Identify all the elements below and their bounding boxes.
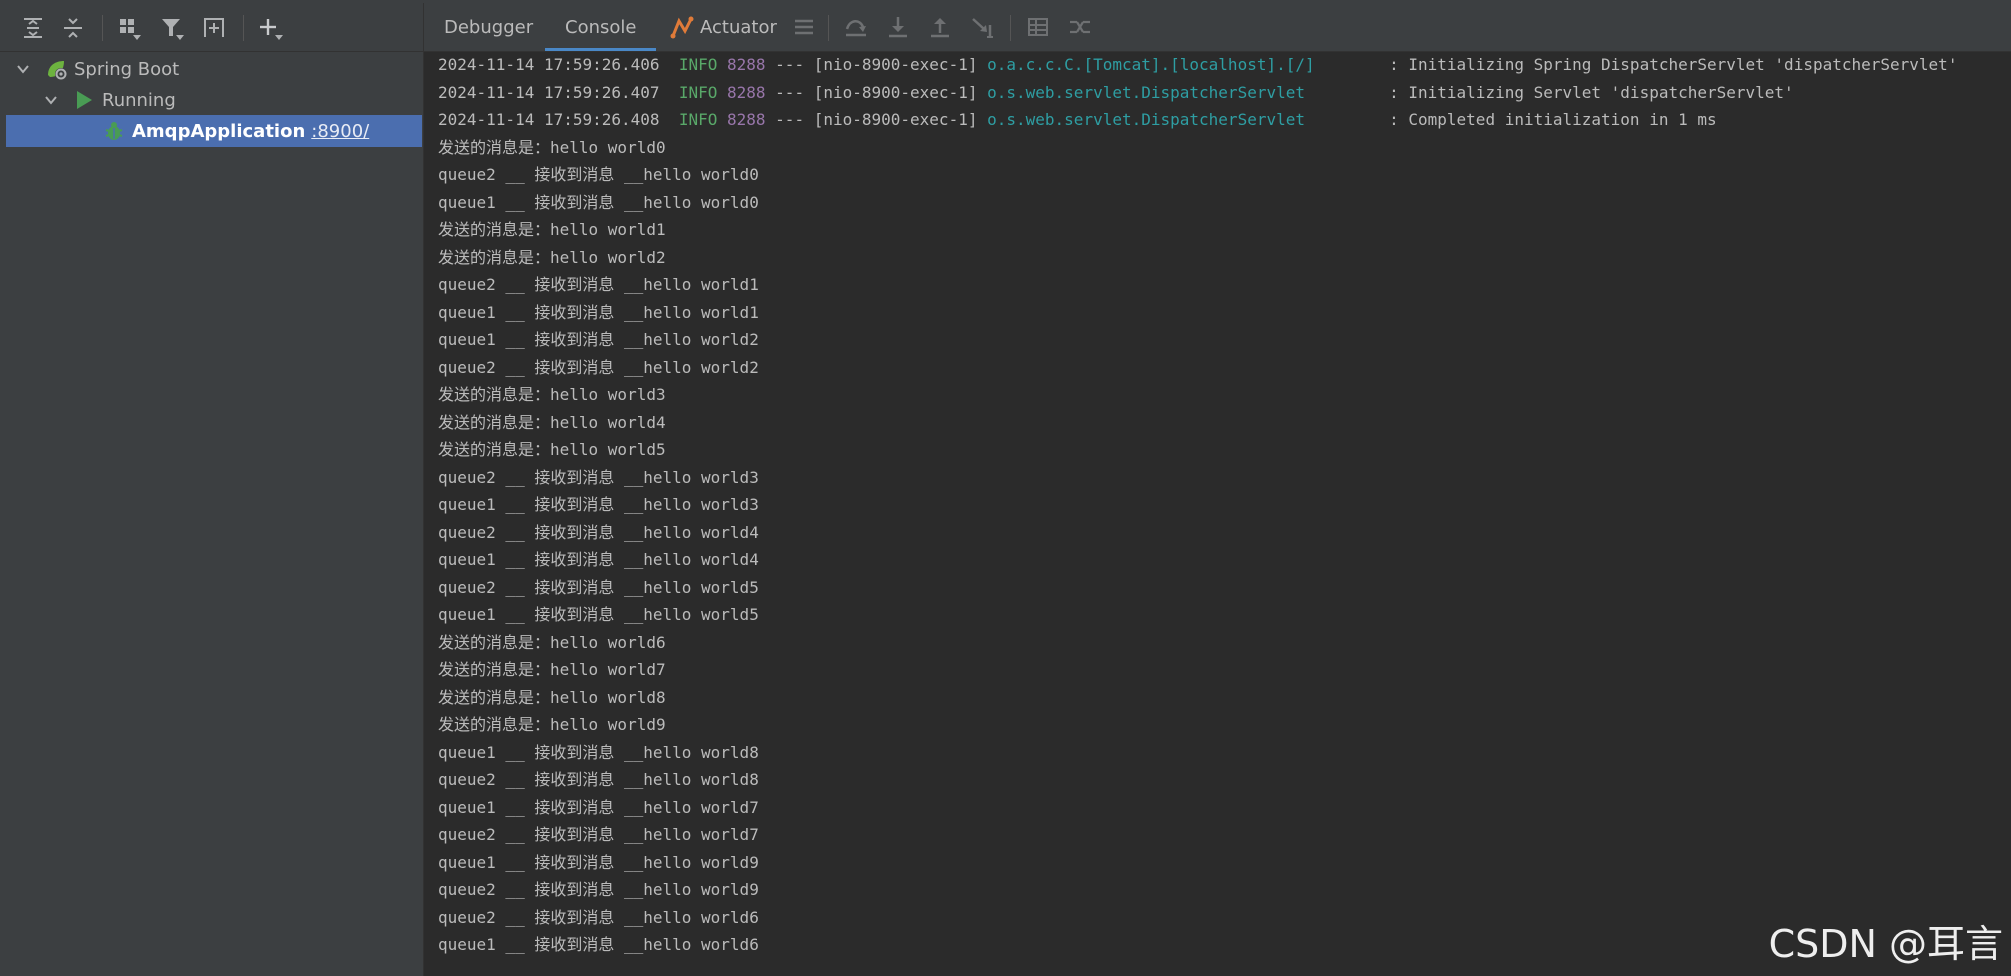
console-line: queue2 __ 接收到消息 __hello world9: [438, 880, 759, 899]
console-line: queue1 __ 接收到消息 __hello world5: [438, 605, 759, 624]
log-line: 2024-11-14 17:59:26.407 INFO 8288 --- [n…: [438, 79, 2008, 107]
log-thread: --- [nio-8900-exec-1]: [775, 82, 978, 102]
run-icon: [72, 88, 96, 112]
console-line: queue1 __ 接收到消息 __hello world7: [438, 797, 759, 817]
evaluate-table-icon[interactable]: [1024, 13, 1052, 41]
log-logger: o.s.web.servlet.DispatcherServlet: [987, 110, 1305, 129]
spring-boot-icon: [44, 57, 68, 81]
step-out-icon[interactable]: [926, 13, 954, 41]
tab-console[interactable]: Console: [545, 3, 657, 51]
services-toolbar: [0, 3, 423, 52]
step-into-icon[interactable]: [884, 13, 912, 41]
csdn-watermark: CSDN @耳言: [1768, 922, 2003, 966]
trace-icon[interactable]: [1066, 13, 1094, 41]
console-line: 发送的消息是：hello world9: [438, 715, 666, 734]
console-line: 发送的消息是：hello world0: [438, 137, 666, 157]
log-thread: --- [nio-8900-exec-1]: [775, 110, 978, 129]
collapse-all-icon[interactable]: [56, 11, 90, 45]
log-message: : Initializing Servlet 'dispatcherServle…: [1389, 82, 1794, 102]
console-line: queue2 __ 接收到消息 __hello world3: [438, 467, 759, 487]
run-to-cursor-icon[interactable]: [968, 13, 996, 41]
console-line: queue1 __ 接收到消息 __hello world2: [438, 330, 759, 349]
console-line: queue2 __ 接收到消息 __hello world7: [438, 825, 759, 844]
console-line: 发送的消息是：hello world1: [438, 220, 666, 239]
tree-node-spring-boot[interactable]: Spring Boot: [6, 53, 422, 85]
console-output[interactable]: 2024-11-14 17:59:26.406 INFO 8288 --- [n…: [438, 51, 2008, 959]
debug-tab-bar: Debugger Console Actuator: [424, 3, 2011, 52]
toolbar-separator: [1010, 15, 1011, 41]
console-line: queue1 __ 接收到消息 __hello world9: [438, 852, 759, 872]
console-line: queue1 __ 接收到消息 __hello world1: [438, 302, 759, 322]
tab-debugger[interactable]: Debugger: [444, 3, 533, 51]
amqp-application-label: AmqpApplication:8900/: [132, 121, 369, 142]
expand-all-icon[interactable]: [16, 11, 50, 45]
log-timestamp: 2024-11-14 17:59:26.408: [438, 110, 660, 129]
toolbar-separator: [243, 15, 244, 41]
add-icon[interactable]: [253, 11, 287, 45]
log-thread: --- [nio-8900-exec-1]: [775, 55, 978, 74]
console-line: queue1 __ 接收到消息 __hello world4: [438, 550, 759, 569]
app-name: AmqpApplication: [132, 120, 306, 142]
filter-icon[interactable]: [155, 11, 189, 45]
debug-bug-icon: [102, 119, 126, 143]
console-panel: Debugger Console Actuator 2024-11-14 17:…: [424, 3, 2011, 976]
log-pid: 8288: [727, 110, 766, 129]
console-line: 发送的消息是：hello world4: [438, 412, 666, 432]
app-port-link[interactable]: :8900/: [311, 121, 369, 142]
console-line: 发送的消息是：hello world3: [438, 385, 666, 404]
console-line: 发送的消息是：hello world6: [438, 632, 666, 652]
step-over-icon[interactable]: [842, 13, 870, 41]
console-line: queue2 __ 接收到消息 __hello world0: [438, 165, 759, 184]
log-line: 2024-11-14 17:59:26.406 INFO 8288 --- [n…: [438, 51, 2008, 79]
log-message: : Initializing Spring DispatcherServlet …: [1389, 55, 1958, 74]
console-line: queue2 __ 接收到消息 __hello world5: [438, 577, 759, 597]
console-line: 发送的消息是：hello world2: [438, 247, 666, 267]
console-line: queue2 __ 接收到消息 __hello world4: [438, 522, 759, 542]
console-line: queue1 __ 接收到消息 __hello world0: [438, 192, 759, 212]
log-logger: o.a.c.c.C.[Tomcat].[localhost].[/]: [987, 55, 1315, 74]
tab-actuator-label: Actuator: [700, 16, 777, 38]
spring-boot-label: Spring Boot: [74, 58, 180, 80]
chevron-down-icon[interactable]: [14, 60, 32, 78]
log-level: INFO: [678, 82, 718, 102]
log-message: : Completed initialization in 1 ms: [1389, 110, 1717, 129]
console-line: queue1 __ 接收到消息 __hello world3: [438, 495, 759, 514]
console-line: queue2 __ 接收到消息 __hello world1: [438, 275, 759, 294]
services-panel: Spring Boot Running AmqpApplication:8900…: [0, 3, 424, 976]
log-pid: 8288: [727, 82, 766, 102]
log-timestamp: 2024-11-14 17:59:26.406: [438, 55, 660, 74]
toolbar-separator: [828, 15, 829, 41]
tab-console-label: Console: [565, 16, 637, 38]
chevron-down-icon[interactable]: [42, 91, 60, 109]
console-line: 发送的消息是：hello world7: [438, 660, 666, 679]
tree-node-amqp-application[interactable]: AmqpApplication:8900/: [6, 115, 422, 147]
log-line: 2024-11-14 17:59:26.408 INFO 8288 --- [n…: [438, 106, 2008, 134]
new-tab-icon[interactable]: [197, 11, 231, 45]
actuator-icon: [670, 15, 694, 39]
log-timestamp: 2024-11-14 17:59:26.407: [438, 82, 660, 102]
running-label: Running: [102, 89, 176, 111]
console-line: 发送的消息是：hello world5: [438, 440, 666, 459]
log-level: INFO: [678, 110, 718, 129]
tab-actuator[interactable]: Actuator: [670, 3, 777, 51]
log-logger: o.s.web.servlet.DispatcherServlet: [987, 82, 1305, 102]
log-level: INFO: [678, 55, 718, 74]
console-line: queue1 __ 接收到消息 __hello world8: [438, 742, 759, 762]
menu-lines-icon[interactable]: [790, 13, 818, 41]
log-pid: 8288: [727, 55, 766, 74]
toolbar-separator: [102, 15, 103, 41]
tree-node-running[interactable]: Running: [6, 84, 422, 116]
console-line: 发送的消息是：hello world8: [438, 687, 666, 707]
console-line: queue2 __ 接收到消息 __hello world2: [438, 357, 759, 377]
console-line: queue2 __ 接收到消息 __hello world8: [438, 770, 759, 789]
group-by-icon[interactable]: [112, 11, 146, 45]
